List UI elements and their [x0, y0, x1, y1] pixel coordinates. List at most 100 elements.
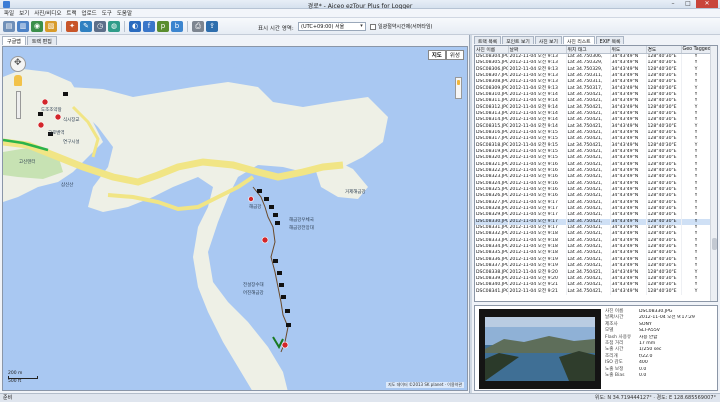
table-cell: DSC08335.JPG	[475, 250, 509, 257]
chevron-down-icon[interactable]: ▾	[358, 23, 365, 30]
table-row[interactable]: DSC08324.JPG 2012-11-04 오전 9:16 Lat 34.750…	[475, 180, 712, 187]
column-header[interactable]: 날짜	[508, 46, 567, 54]
track-line	[252, 186, 289, 353]
table-row[interactable]: DSC08327.JPG 2012-11-04 오전 9:17 Lat 34.750…	[475, 199, 712, 206]
table-row[interactable]: DSC08305.JPG 2012-11-04 오전 9:13 Lat 34.750…	[475, 60, 712, 67]
street-view-icon[interactable]	[455, 77, 462, 99]
table-cell: 2012-11-04 오전 9:14	[508, 104, 567, 111]
zoom-slider[interactable]	[16, 91, 21, 119]
maximize-button[interactable]: □	[681, 0, 695, 8]
map-label: 도조조약왕	[41, 108, 62, 113]
table-cell: 2012-11-04 오전 9:13	[508, 85, 567, 92]
table-row[interactable]: DSC08335.JPG 2012-11-04 오전 9:18 Lat 34.750…	[475, 250, 712, 257]
table-row[interactable]: DSC08332.JPG 2012-11-04 오전 9:18 Lat 34.750…	[475, 231, 712, 238]
map-type-switch: 지도 위성	[427, 50, 464, 60]
map-attribution[interactable]: 지도 데이터 ©2013 SK planet · 이용약관	[385, 382, 464, 388]
scrollbar-thumb[interactable]	[712, 238, 717, 250]
table-body: DSC08304.JPG 2012-11-04 오전 9:13 Lat 34.750…	[475, 53, 712, 295]
table-row[interactable]: DSC08323.JPG 2012-11-04 오전 9:16 Lat 34.750…	[475, 174, 712, 181]
open-icon[interactable]: ▤	[3, 21, 15, 32]
toolbar: ▤ ▥ ◉ ▧ ✦ ✎ ◷ ◍ ◐ f p b ⎙ ⇪ 표시 시간 영역: (UTC+09:00) 서울 …	[0, 18, 720, 35]
tab-point-view[interactable]: 포인트 보기	[502, 36, 534, 45]
menu-track[interactable]: 트랙	[66, 9, 76, 17]
tab-google-map[interactable]: 구글맵	[2, 36, 26, 45]
tab-track-list[interactable]: 트랙 목록	[474, 36, 502, 45]
minimize-button[interactable]: –	[666, 0, 680, 8]
menu-help[interactable]: 도움말	[117, 9, 132, 17]
table-row[interactable]: DSC08312.JPG 2012-11-04 오전 9:14 Lat 34.750…	[475, 104, 712, 111]
photo-list-table: 사진 이름 날짜 위치 태그 위도 경도 Geo Tagged DSC08304.JPG 2…	[474, 45, 718, 302]
tab-exif-list[interactable]: EXIF 목록	[595, 36, 625, 45]
match-icon[interactable]: ✦	[66, 21, 78, 32]
gps-device-icon[interactable]: ◉	[31, 21, 43, 32]
table-row[interactable]: DSC08318.JPG 2012-11-04 오전 9:15 Lat 34.750…	[475, 142, 712, 149]
blog-icon[interactable]: b	[171, 21, 183, 32]
table-row[interactable]: DSC08320.JPG 2012-11-04 오전 9:15 Lat 34.750…	[475, 155, 712, 162]
menu-file[interactable]: 파일	[4, 9, 14, 17]
table-row[interactable]: DSC08326.JPG 2012-11-04 오전 9:16 Lat 34.750…	[475, 193, 712, 200]
column-header[interactable]: 위도	[610, 46, 647, 54]
pegman-icon[interactable]	[14, 75, 22, 86]
print-icon[interactable]: ⎙	[192, 21, 204, 32]
table-row[interactable]: DSC08306.JPG 2012-11-04 오전 9:13 Lat 34.750…	[475, 66, 712, 73]
track-edit-icon[interactable]: ✎	[80, 21, 92, 32]
menu-photo-video[interactable]: 사진/비디오	[34, 9, 61, 17]
menu-tools[interactable]: 도구	[102, 9, 112, 17]
menu-upload[interactable]: 업로드	[82, 9, 97, 17]
map-view[interactable]: 도조조약왕 식시장교 그로벤역 연구시설 고신텐터 삼신산 거제해금강 해금강 …	[2, 46, 468, 391]
table-row[interactable]: DSC08341.JPG 2012-11-04 오전 9:21 Lat 34.750…	[475, 288, 712, 295]
export-icon[interactable]: ⇪	[206, 21, 218, 32]
table-row[interactable]: DSC08308.JPG 2012-11-04 오전 9:13 Lat 34.750…	[475, 79, 712, 86]
table-row[interactable]: DSC08317.JPG 2012-11-04 오전 9:15 Lat 34.750…	[475, 136, 712, 143]
column-header[interactable]: 사진 이름	[475, 46, 509, 54]
dst-checkbox[interactable]: 일광절약시간제(서머타임)	[370, 23, 433, 30]
right-tabs: 트랙 목록 포인트 보기 사진 보기 사진 리스트 EXIF 목록	[472, 35, 720, 45]
map-label: 삼신산	[61, 183, 74, 188]
close-button[interactable]: ✕	[696, 0, 718, 8]
map-label: 해금강전망대	[289, 226, 314, 231]
table-row[interactable]: DSC08315.JPG 2012-11-04 오전 9:14 Lat 34.750…	[475, 123, 712, 130]
table-cell: DSC08306.JPG	[475, 66, 509, 73]
clock-icon[interactable]: ◷	[94, 21, 106, 32]
table-cell: 128°40'30"E	[646, 98, 682, 105]
menu-view[interactable]: 보기	[19, 9, 29, 17]
photo-preview[interactable]	[479, 309, 601, 389]
tab-photo-view[interactable]: 사진 보기	[534, 36, 562, 45]
table-row[interactable]: DSC08338.JPG 2012-11-04 오전 9:20 Lat 34.750…	[475, 269, 712, 276]
timezone-select[interactable]: (UTC+09:00) 서울 ▾	[298, 22, 366, 31]
table-cell: DSC08317.JPG	[475, 136, 509, 143]
column-header[interactable]: Geo Tagged	[681, 46, 712, 54]
timezone-value: (UTC+09:00) 서울	[301, 24, 345, 30]
checkbox-box[interactable]	[370, 23, 376, 30]
table-row[interactable]: DSC08340.JPG 2012-11-04 오전 9:21 Lat 34.750…	[475, 282, 712, 289]
tab-track-edit[interactable]: 트랙 편집	[26, 36, 57, 45]
table-cell: 128°40'30"E	[646, 269, 682, 276]
table-row[interactable]: DSC08321.JPG 2012-11-04 오전 9:16 Lat 34.750…	[475, 161, 712, 168]
map-label: 그로벤역	[48, 131, 65, 136]
flickr-icon[interactable]: f	[143, 21, 155, 32]
import-photo-icon[interactable]: ▧	[45, 21, 57, 32]
google-earth-icon[interactable]: ◐	[129, 21, 141, 32]
table-row[interactable]: DSC08329.JPG 2012-11-04 오전 9:17 Lat 34.750…	[475, 212, 712, 219]
table-cell: 2012-11-04 오전 9:16	[508, 174, 567, 181]
table-row[interactable]: DSC08330.JPG 2012-11-04 오전 9:17 Lat 34.750…	[475, 218, 712, 225]
table-row[interactable]: DSC08311.JPG 2012-11-04 오전 9:14 Lat 34.750…	[475, 98, 712, 105]
map-type-satellite-button[interactable]: 위성	[445, 50, 464, 60]
pan-control-icon[interactable]	[10, 56, 26, 72]
column-header[interactable]: 위치 태그	[566, 46, 611, 54]
table-row[interactable]: DSC08314.JPG 2012-11-04 오전 9:14 Lat 34.750…	[475, 117, 712, 124]
table-cell: 128°40'30"E	[646, 123, 682, 130]
start-flag-icon	[272, 336, 284, 350]
globe-icon[interactable]: ◍	[108, 21, 120, 32]
table-cell: 2012-11-04 오전 9:18	[508, 231, 567, 238]
map-label: 해금강우체국	[289, 218, 314, 223]
tab-photo-list[interactable]: 사진 리스트	[562, 36, 595, 45]
save-icon[interactable]: ▥	[17, 21, 29, 32]
column-header[interactable]: 경도	[646, 46, 682, 54]
table-row[interactable]: DSC08309.JPG 2012-11-04 오전 9:13 Lat 34.750…	[475, 85, 712, 92]
toolbar-separator	[124, 21, 125, 32]
map-type-map-button[interactable]: 지도	[427, 50, 446, 60]
picasa-icon[interactable]: p	[157, 21, 169, 32]
table-row[interactable]: DSC08337.JPG 2012-11-04 오전 9:19 Lat 34.750…	[475, 263, 712, 270]
vertical-scrollbar[interactable]	[710, 46, 717, 301]
